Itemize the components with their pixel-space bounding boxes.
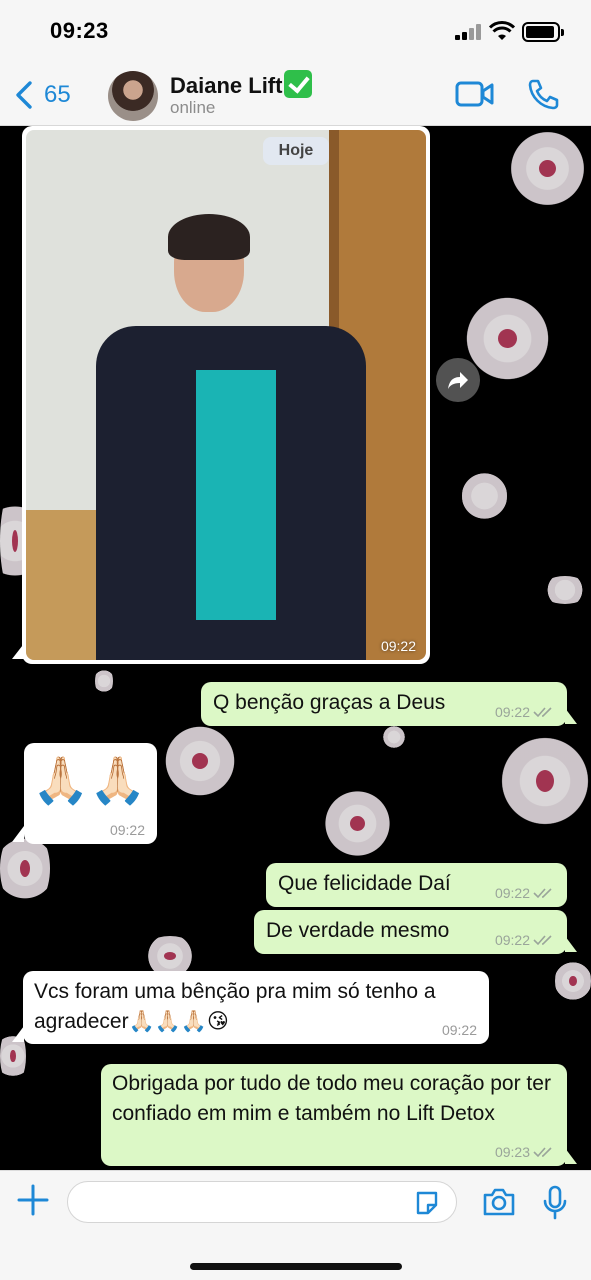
bubble-tail (12, 1026, 24, 1042)
message-outgoing[interactable]: De verdade mesmo 09:22 (254, 910, 567, 954)
wallpaper-blossom (140, 936, 200, 976)
avatar[interactable] (108, 71, 158, 121)
message-text: 🙏🏻🙏🏻 (32, 754, 147, 806)
message-meta: 09:22 (495, 932, 555, 948)
wallpaper-petal (462, 466, 507, 526)
message-meta: 09:23 (495, 1144, 555, 1160)
message-time: 09:22 (380, 638, 416, 654)
double-check-icon (533, 707, 552, 718)
forward-button[interactable] (436, 358, 480, 402)
battery-icon (522, 22, 564, 42)
wallpaper-blossom (555, 956, 591, 1006)
home-indicator (190, 1263, 402, 1270)
bubble-tail (12, 826, 24, 842)
status-time: 09:23 (50, 18, 109, 43)
contact-status: online (170, 98, 216, 117)
shared-photo[interactable]: 09:22 (26, 130, 426, 660)
message-composer (0, 1170, 591, 1280)
message-text: Vcs foram uma bênção pra mim só tenho a … (34, 980, 436, 1033)
wallpaper-petal (540, 576, 590, 604)
back-chevron-icon (16, 81, 32, 109)
date-chip: Hoje (263, 137, 329, 165)
bubble-tail (565, 708, 577, 724)
forward-icon (448, 372, 468, 389)
unread-count: 65 (44, 81, 71, 108)
chat-header: 09:23 65 Daiane Lift online (0, 0, 591, 126)
message-time: 09:23 (494, 1144, 530, 1160)
message-text: Q benção graças a Deus (213, 691, 446, 714)
double-check-icon (533, 935, 552, 946)
message-meta: 09:22 (110, 822, 145, 838)
message-meta: 09:22 (495, 704, 555, 720)
message-text: Que felicidade Daí (278, 872, 451, 895)
double-check-icon (533, 1147, 552, 1158)
message-time: 09:22 (494, 704, 530, 720)
double-check-icon (533, 888, 552, 899)
microphone-button[interactable] (542, 1185, 568, 1221)
message-outgoing[interactable]: Obrigada por tudo de todo meu coração po… (101, 1064, 567, 1166)
message-text: De verdade mesmo (266, 919, 450, 942)
wallpaper-petal (380, 726, 408, 748)
bubble-tail (565, 936, 577, 952)
sticker-icon (416, 1191, 438, 1215)
verified-check-icon (284, 70, 313, 98)
wallpaper-blossom (160, 721, 240, 801)
bubble-tail (565, 1148, 577, 1164)
image-message[interactable]: 09:22 (22, 126, 430, 664)
message-time: 09:22 (109, 822, 145, 838)
back-button[interactable]: 65 (14, 78, 94, 112)
phone-icon (528, 79, 559, 110)
message-meta: 09:22 (495, 885, 555, 901)
contact-name-wrap[interactable]: Daiane Lift (170, 70, 313, 99)
wallpaper-petal (95, 666, 113, 696)
camera-button[interactable] (482, 1187, 516, 1217)
message-outgoing[interactable]: Q benção graças a Deus 09:22 (201, 682, 567, 726)
contact-name[interactable]: Daiane Lift (170, 73, 282, 98)
message-meta: 09:22 (442, 1022, 477, 1038)
message-time: 09:22 (494, 885, 530, 901)
chat-area[interactable]: 09:22 Hoje Q benção graças a Deus 09:22 … (0, 126, 591, 1170)
camera-icon (483, 1188, 515, 1216)
attach-button[interactable] (16, 1183, 50, 1217)
video-call-icon (455, 81, 494, 107)
message-outgoing[interactable]: Que felicidade Daí 09:22 (266, 863, 567, 907)
message-text: Obrigada por tudo de todo meu coração po… (112, 1072, 551, 1125)
message-time: 09:22 (441, 1022, 477, 1038)
voice-call-button[interactable] (527, 78, 559, 110)
wallpaper-blossom (505, 126, 590, 211)
message-incoming[interactable]: 🙏🏻🙏🏻 09:22 (24, 743, 157, 844)
wallpaper-blossom (500, 726, 590, 836)
message-input[interactable] (67, 1181, 457, 1223)
message-time: 09:22 (494, 932, 530, 948)
wallpaper-blossom (320, 786, 395, 861)
wifi-icon (489, 20, 515, 42)
video-call-button[interactable] (455, 80, 495, 108)
plus-icon (17, 1184, 49, 1216)
message-incoming[interactable]: Vcs foram uma bênção pra mim só tenho a … (23, 971, 489, 1044)
sticker-button[interactable] (414, 1191, 440, 1215)
microphone-icon (543, 1185, 567, 1220)
signal-icon (455, 24, 483, 40)
